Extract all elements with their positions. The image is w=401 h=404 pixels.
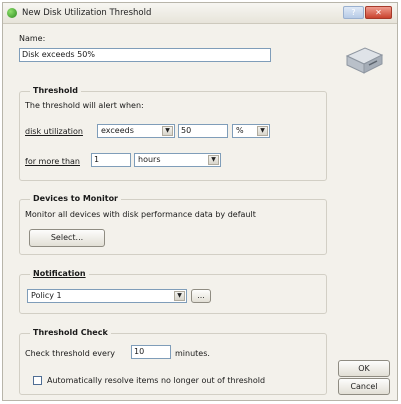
help-button[interactable]: ? [343, 6, 364, 19]
auto-resolve-checkbox[interactable] [33, 376, 42, 385]
threshold-intro: The threshold will alert when: [25, 101, 144, 110]
notification-policy-value: Policy 1 [31, 291, 62, 300]
check-interval-field[interactable]: 10 [131, 345, 171, 359]
ok-button[interactable]: OK [338, 360, 390, 377]
chevron-down-icon: ▼ [162, 126, 173, 136]
check-interval-prefix: Check threshold every [25, 349, 115, 358]
threshold-check-group: Threshold Check [19, 328, 327, 395]
devices-legend: Devices to Monitor [30, 194, 122, 203]
metric-label: disk utilization [25, 127, 83, 136]
chevron-down-icon: ▼ [174, 291, 185, 301]
notification-legend: Notification [30, 269, 89, 278]
duration-unit-select[interactable]: hours ▼ [134, 153, 221, 167]
notification-policy-select[interactable]: Policy 1 ▼ [27, 289, 187, 303]
threshold-check-legend: Threshold Check [30, 328, 111, 337]
check-interval-suffix: minutes. [175, 349, 210, 358]
name-label: Name: [19, 34, 46, 43]
hard-disk-icon [345, 47, 384, 74]
chevron-down-icon: ▼ [257, 126, 268, 136]
threshold-legend: Threshold [30, 86, 81, 95]
select-devices-button[interactable]: Select... [29, 229, 105, 247]
devices-description: Monitor all devices with disk performanc… [25, 210, 256, 219]
unit-select[interactable]: % ▼ [232, 124, 270, 138]
duration-unit-value: hours [138, 155, 161, 164]
duration-value-field[interactable]: 1 [91, 153, 131, 167]
app-icon [7, 8, 17, 18]
close-button[interactable]: ✕ [365, 6, 392, 19]
unit-value: % [236, 126, 244, 135]
threshold-value-field[interactable]: 50 [178, 124, 228, 138]
duration-label: for more than [25, 157, 80, 166]
operator-value: exceeds [101, 126, 134, 135]
browse-policy-button[interactable]: ... [191, 289, 211, 303]
dialog-window: New Disk Utilization Threshold ? ✕ Name:… [2, 2, 398, 401]
cancel-button[interactable]: Cancel [338, 378, 390, 395]
window-title: New Disk Utilization Threshold [22, 8, 152, 18]
title-bar: New Disk Utilization Threshold ? ✕ [3, 3, 397, 24]
operator-select[interactable]: exceeds ▼ [97, 124, 175, 138]
name-field[interactable]: Disk exceeds 50% [19, 48, 271, 62]
auto-resolve-label: Automatically resolve items no longer ou… [47, 376, 266, 385]
chevron-down-icon: ▼ [208, 155, 219, 165]
